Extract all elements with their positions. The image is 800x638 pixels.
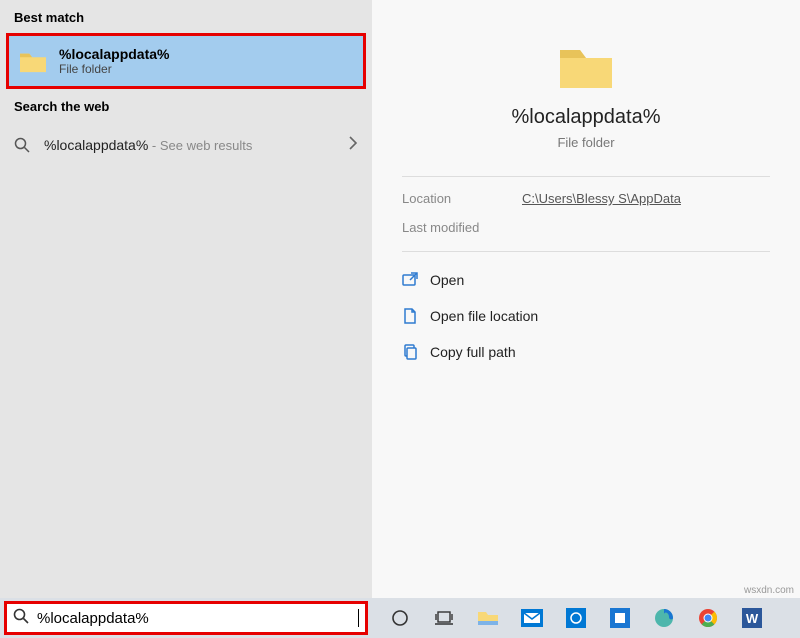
- preview-title: %localappdata%: [512, 106, 661, 129]
- edge-icon[interactable]: [652, 606, 676, 630]
- results-panel: Best match %localappdata% File folder Se…: [0, 0, 372, 598]
- folder-icon-large: [556, 40, 616, 92]
- svg-text:W: W: [746, 611, 759, 626]
- search-icon: [13, 608, 29, 629]
- chrome-icon[interactable]: [696, 606, 720, 630]
- mail-icon[interactable]: [520, 606, 544, 630]
- file-location-icon: [402, 308, 430, 324]
- action-copy-path[interactable]: Copy full path: [402, 334, 770, 370]
- app-icon-square[interactable]: [608, 606, 632, 630]
- location-row: Location C:\Users\Blessy S\AppData: [372, 177, 800, 206]
- search-box-highlight: [0, 598, 372, 638]
- chevron-right-icon: [348, 136, 358, 153]
- taskbar: W: [0, 598, 800, 638]
- search-web-header: Search the web: [0, 89, 372, 122]
- web-result-item[interactable]: %localappdata% - See web results: [0, 126, 372, 163]
- task-view-icon[interactable]: [432, 606, 456, 630]
- copy-icon: [402, 344, 430, 360]
- action-open-location-label: Open file location: [430, 308, 538, 324]
- folder-icon: [17, 47, 49, 75]
- search-icon: [14, 137, 44, 153]
- best-match-header: Best match: [0, 0, 372, 33]
- watermark: wsxdn.com: [744, 585, 794, 596]
- open-icon: [402, 272, 430, 288]
- modified-row: Last modified: [372, 206, 800, 251]
- search-box[interactable]: [4, 601, 368, 635]
- best-match-title: %localappdata%: [59, 46, 169, 62]
- action-copy-path-label: Copy full path: [430, 344, 516, 360]
- search-input[interactable]: [37, 610, 358, 627]
- action-open-location[interactable]: Open file location: [402, 298, 770, 334]
- location-label: Location: [402, 191, 522, 206]
- app-icon-blue[interactable]: [564, 606, 588, 630]
- word-icon[interactable]: W: [740, 606, 764, 630]
- best-match-subtitle: File folder: [59, 62, 169, 76]
- web-query: %localappdata%: [44, 137, 148, 153]
- location-value[interactable]: C:\Users\Blessy S\AppData: [522, 191, 681, 206]
- modified-label: Last modified: [402, 220, 522, 235]
- web-suffix: - See web results: [148, 138, 252, 153]
- best-match-item[interactable]: %localappdata% File folder: [9, 36, 363, 86]
- file-explorer-icon[interactable]: [476, 606, 500, 630]
- best-match-highlight: %localappdata% File folder: [6, 33, 366, 89]
- action-open[interactable]: Open: [402, 262, 770, 298]
- action-open-label: Open: [430, 272, 464, 288]
- preview-panel: %localappdata% File folder Location C:\U…: [372, 0, 800, 598]
- cortana-icon[interactable]: [388, 606, 412, 630]
- preview-subtitle: File folder: [557, 135, 614, 150]
